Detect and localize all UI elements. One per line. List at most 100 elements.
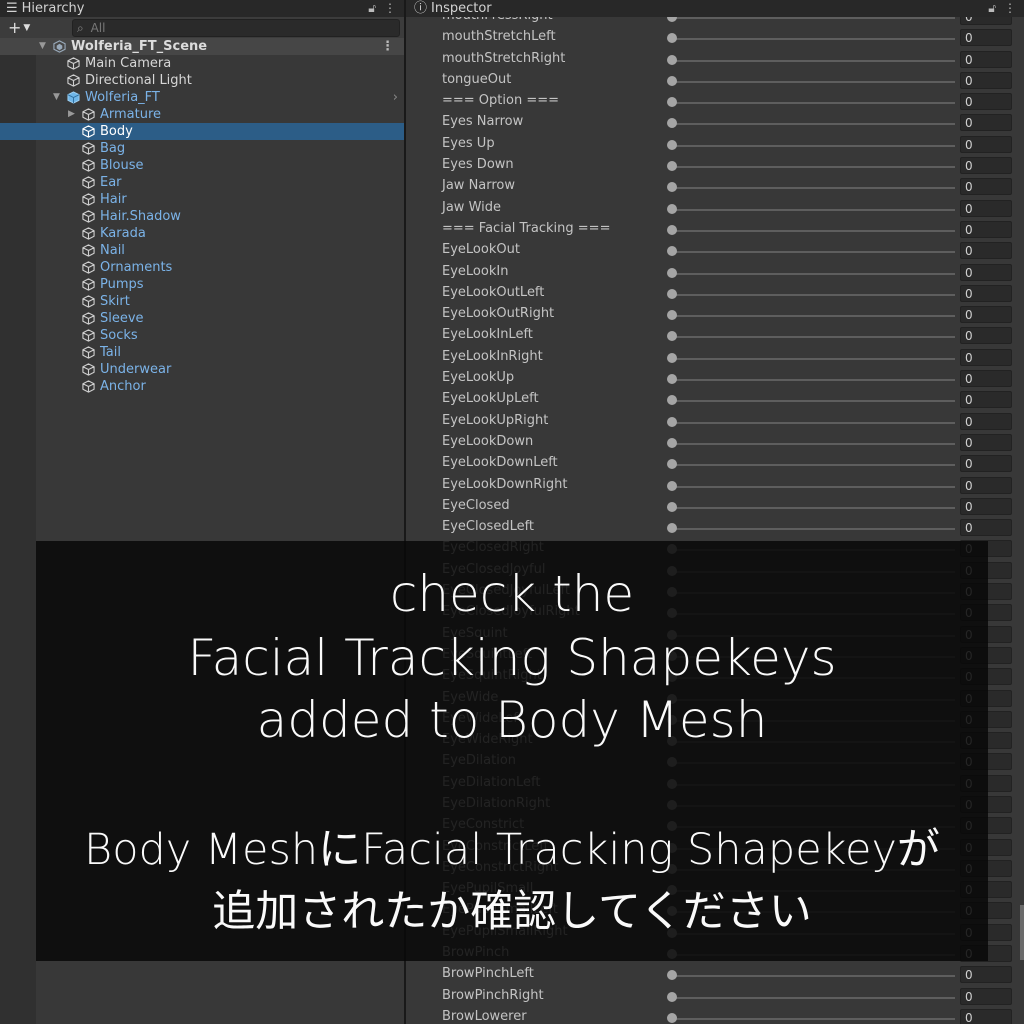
blendshape-slider-track[interactable] bbox=[672, 1017, 955, 1020]
hierarchy-item[interactable]: Sleeve bbox=[0, 310, 404, 327]
blendshape-slider-track[interactable] bbox=[672, 187, 955, 190]
blendshape-slider-track[interactable] bbox=[672, 315, 955, 318]
blendshape-slider-handle[interactable] bbox=[667, 97, 677, 108]
blendshape-slider-handle[interactable] bbox=[667, 139, 677, 150]
hierarchy-item[interactable]: Nail bbox=[0, 242, 404, 259]
blendshape-slider-handle[interactable] bbox=[667, 224, 677, 235]
lock-icon[interactable]: 🔓︎ bbox=[368, 0, 376, 17]
expand-arrow-icon[interactable]: ▼ bbox=[39, 38, 46, 55]
blendshape-slider-track[interactable] bbox=[672, 59, 955, 62]
blendshape-slider-handle[interactable] bbox=[667, 970, 677, 981]
blendshape-slider-track[interactable] bbox=[672, 229, 955, 232]
blendshape-value-field[interactable]: 0 bbox=[960, 242, 1012, 260]
blendshape-slider-handle[interactable] bbox=[667, 331, 677, 342]
blendshape-slider-handle[interactable] bbox=[667, 416, 677, 427]
blendshape-value-field[interactable]: 0 bbox=[960, 263, 1012, 281]
collapse-arrow-icon[interactable]: ▶ bbox=[68, 106, 75, 123]
blendshape-slider-track[interactable] bbox=[672, 123, 955, 126]
hierarchy-item[interactable]: Skirt bbox=[0, 293, 404, 310]
hierarchy-item[interactable]: Hair.Shadow bbox=[0, 208, 404, 225]
blendshape-slider-handle[interactable] bbox=[667, 161, 677, 172]
blendshape-slider-handle[interactable] bbox=[667, 374, 677, 385]
blendshape-slider-track[interactable] bbox=[672, 293, 955, 296]
blendshape-slider-handle[interactable] bbox=[667, 310, 677, 321]
blendshape-value-field[interactable]: 0 bbox=[960, 391, 1012, 409]
blendshape-slider-track[interactable] bbox=[672, 144, 955, 147]
blendshape-value-field[interactable]: 0 bbox=[960, 50, 1012, 68]
blendshape-slider-track[interactable] bbox=[672, 400, 955, 403]
scene-menu-icon[interactable]: ⋮ bbox=[381, 38, 394, 55]
blendshape-slider-handle[interactable] bbox=[667, 523, 677, 534]
more-vert-icon[interactable]: ⋮ bbox=[1004, 0, 1016, 17]
blendshape-value-field[interactable]: 0 bbox=[960, 1008, 1012, 1024]
blendshape-slider-track[interactable] bbox=[672, 996, 955, 999]
blendshape-value-field[interactable]: 0 bbox=[960, 497, 1012, 515]
blendshape-slider-track[interactable] bbox=[672, 485, 955, 488]
blendshape-slider-handle[interactable] bbox=[667, 203, 677, 214]
inspector-tab[interactable]: ⓘ Inspector 🔓︎ ⋮ bbox=[406, 0, 1024, 17]
blendshape-slider-track[interactable] bbox=[672, 272, 955, 275]
blendshape-slider-handle[interactable] bbox=[667, 75, 677, 86]
blendshape-slider-handle[interactable] bbox=[667, 437, 677, 448]
hierarchy-item[interactable]: Bag bbox=[0, 140, 404, 157]
expand-arrow-icon[interactable]: ▼ bbox=[53, 89, 60, 106]
add-object-button[interactable]: + ▼ bbox=[8, 18, 30, 38]
blendshape-value-field[interactable]: 0 bbox=[960, 327, 1012, 345]
hierarchy-item[interactable]: Underwear bbox=[0, 361, 404, 378]
hierarchy-item[interactable]: Ear bbox=[0, 174, 404, 191]
inspector-scrollbar[interactable] bbox=[1020, 905, 1024, 960]
blendshape-value-field[interactable]: 0 bbox=[960, 455, 1012, 473]
blendshape-slider-track[interactable] bbox=[672, 464, 955, 467]
hierarchy-item[interactable]: Hair bbox=[0, 191, 404, 208]
lock-icon[interactable]: 🔓︎ bbox=[988, 0, 996, 17]
blendshape-value-field[interactable]: 0 bbox=[960, 199, 1012, 217]
blendshape-value-field[interactable]: 0 bbox=[960, 114, 1012, 132]
blendshape-value-field[interactable]: 0 bbox=[960, 476, 1012, 494]
blendshape-slider-handle[interactable] bbox=[667, 246, 677, 257]
hierarchy-item[interactable]: Pumps bbox=[0, 276, 404, 293]
blendshape-value-field[interactable]: 0 bbox=[960, 157, 1012, 175]
blendshape-slider-track[interactable] bbox=[672, 379, 955, 382]
blendshape-value-field[interactable]: 0 bbox=[960, 433, 1012, 451]
blendshape-slider-handle[interactable] bbox=[667, 33, 677, 44]
blendshape-value-field[interactable]: 0 bbox=[960, 348, 1012, 366]
blendshape-slider-track[interactable] bbox=[672, 102, 955, 105]
blendshape-slider-handle[interactable] bbox=[667, 459, 677, 470]
hierarchy-item[interactable]: ▼ Wolferia_FT › bbox=[0, 89, 404, 106]
blendshape-slider-handle[interactable] bbox=[667, 267, 677, 278]
blendshape-slider-track[interactable] bbox=[672, 421, 955, 424]
more-vert-icon[interactable]: ⋮ bbox=[384, 0, 396, 17]
blendshape-slider-handle[interactable] bbox=[667, 480, 677, 491]
hierarchy-item[interactable]: Blouse bbox=[0, 157, 404, 174]
blendshape-slider-handle[interactable] bbox=[667, 352, 677, 363]
blendshape-value-field[interactable]: 0 bbox=[960, 306, 1012, 324]
scene-row[interactable]: ▼ Wolferia_FT_Scene ⋮ bbox=[0, 38, 404, 55]
blendshape-value-field[interactable]: 0 bbox=[960, 71, 1012, 89]
hierarchy-item[interactable]: Ornaments bbox=[0, 259, 404, 276]
hierarchy-item[interactable]: Socks bbox=[0, 327, 404, 344]
blendshape-slider-track[interactable] bbox=[672, 38, 955, 41]
blendshape-slider-handle[interactable] bbox=[667, 54, 677, 65]
blendshape-slider-track[interactable] bbox=[672, 166, 955, 169]
blendshape-slider-handle[interactable] bbox=[667, 991, 677, 1002]
hierarchy-item[interactable]: Tail bbox=[0, 344, 404, 361]
hierarchy-item[interactable]: Directional Light bbox=[0, 72, 404, 89]
blendshape-slider-track[interactable] bbox=[672, 208, 955, 211]
blendshape-slider-handle[interactable] bbox=[667, 288, 677, 299]
blendshape-slider-track[interactable] bbox=[672, 528, 955, 531]
blendshape-value-field[interactable]: 0 bbox=[960, 29, 1012, 47]
open-prefab-chevron-icon[interactable]: › bbox=[393, 89, 398, 106]
blendshape-slider-track[interactable] bbox=[672, 17, 955, 19]
blendshape-slider-track[interactable] bbox=[672, 357, 955, 360]
blendshape-slider-track[interactable] bbox=[672, 442, 955, 445]
hierarchy-item[interactable]: Main Camera bbox=[0, 55, 404, 72]
blendshape-slider-track[interactable] bbox=[672, 506, 955, 509]
blendshape-value-field[interactable]: 0 bbox=[960, 966, 1012, 984]
blendshape-value-field[interactable]: 0 bbox=[960, 987, 1012, 1005]
hierarchy-search-input[interactable]: ⌕ All bbox=[72, 19, 400, 37]
hierarchy-tab[interactable]: ☰ Hierarchy 🔓︎ ⋮ bbox=[0, 0, 404, 17]
blendshape-slider-handle[interactable] bbox=[667, 395, 677, 406]
blendshape-value-field[interactable]: 0 bbox=[960, 178, 1012, 196]
hierarchy-item[interactable]: ▶ Armature bbox=[0, 106, 404, 123]
blendshape-value-field[interactable]: 0 bbox=[960, 135, 1012, 153]
